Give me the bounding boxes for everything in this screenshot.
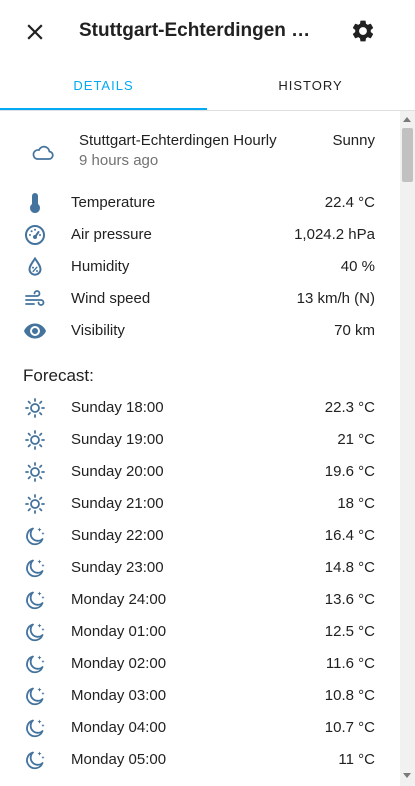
forecast-row: Monday 05:00 11 °C (0, 746, 400, 776)
forecast-row: Sunday 22:00 16.4 °C (0, 522, 400, 552)
sunny-icon (25, 398, 45, 418)
row-label: Sunday 22:00 (71, 527, 164, 544)
attribute-row: Wind speed 13 km/h (N) (0, 285, 400, 315)
sunny-icon (25, 462, 45, 482)
row-value: 18 °C (337, 495, 375, 512)
row-label: Sunday 20:00 (71, 463, 164, 480)
weather-entity-name: Stuttgart-Echterdingen Hourly (79, 132, 277, 149)
row-label: Monday 05:00 (71, 751, 167, 768)
row-value: 12.5 °C (324, 623, 375, 640)
gear-icon (352, 20, 374, 42)
row-value: 19.6 °C (324, 463, 375, 480)
wind-icon (25, 290, 45, 306)
scroll-down-arrow[interactable] (403, 773, 411, 778)
row-label: Sunday 19:00 (71, 431, 164, 448)
night-icon (26, 687, 45, 706)
close-button[interactable] (22, 19, 48, 45)
humidity-icon (28, 256, 42, 276)
tab-bar: DETAILS HISTORY (0, 62, 415, 111)
scroll-up-arrow[interactable] (403, 117, 411, 122)
night-icon (26, 591, 45, 610)
dialog-header: Stuttgart-Echterdingen Hou… (0, 0, 415, 62)
weather-state: Sunny (332, 132, 375, 149)
row-label: Monday 24:00 (71, 591, 167, 608)
night-icon (26, 751, 45, 770)
forecast-row: Sunday 21:00 18 °C (0, 490, 400, 520)
row-value: 21 °C (337, 431, 375, 448)
row-label: Monday 03:00 (71, 687, 167, 704)
forecast-row: Sunday 18:00 22.3 °C (0, 394, 400, 424)
last-updated: 9 hours ago (79, 152, 159, 169)
eye-icon (24, 323, 46, 339)
scroll-thumb[interactable] (402, 128, 413, 182)
weather-details-panel: Stuttgart-Echterdingen Hourly 9 hours ag… (0, 111, 400, 786)
active-tab-indicator (0, 108, 207, 110)
row-value: 70 km (334, 322, 375, 339)
forecast-row: Sunday 20:00 19.6 °C (0, 458, 400, 488)
forecast-row: Monday 03:00 10.8 °C (0, 682, 400, 712)
tab-history[interactable]: HISTORY (207, 62, 414, 110)
forecast-row: Sunday 19:00 21 °C (0, 426, 400, 456)
thermometer-icon (30, 193, 40, 213)
dialog-title: Stuttgart-Echterdingen Hou… (79, 20, 319, 41)
forecast-row: Sunday 23:00 14.8 °C (0, 554, 400, 584)
forecast-row: Monday 02:00 11.6 °C (0, 650, 400, 680)
row-label: Monday 02:00 (71, 655, 167, 672)
row-value: 11 °C (338, 751, 375, 768)
sunny-icon (25, 494, 45, 514)
cloud-icon (32, 145, 54, 160)
row-value: 22.3 °C (324, 399, 375, 416)
night-icon (26, 527, 45, 546)
row-value: 11.6 °C (325, 655, 375, 672)
scrollbar[interactable] (400, 111, 415, 786)
row-label: Temperature (71, 194, 156, 211)
tab-details[interactable]: DETAILS (0, 62, 207, 110)
row-value: 1,024.2 hPa (294, 226, 375, 243)
row-value: 40 % (340, 258, 375, 275)
night-icon (26, 559, 45, 578)
close-icon (27, 24, 43, 40)
forecast-row: Monday 04:00 10.7 °C (0, 714, 400, 744)
row-label: Monday 01:00 (71, 623, 167, 640)
row-label: Air pressure (71, 226, 152, 243)
row-value: 16.4 °C (324, 527, 375, 544)
forecast-heading: Forecast: (23, 366, 94, 385)
row-value: 13 km/h (N) (296, 290, 375, 307)
row-label: Wind speed (71, 290, 151, 307)
night-icon (26, 719, 45, 738)
row-value: 10.7 °C (324, 719, 375, 736)
row-value: 10.8 °C (324, 687, 375, 704)
attribute-row: Temperature 22.4 °C (0, 189, 400, 219)
row-label: Visibility (71, 322, 125, 339)
row-value: 13.6 °C (324, 591, 375, 608)
settings-button[interactable] (350, 18, 376, 44)
row-label: Sunday 18:00 (71, 399, 164, 416)
forecast-row: Monday 24:00 13.6 °C (0, 586, 400, 616)
attribute-row: Air pressure 1,024.2 hPa (0, 221, 400, 251)
gauge-icon (25, 225, 45, 245)
sunny-icon (25, 430, 45, 450)
night-icon (26, 655, 45, 674)
row-value: 22.4 °C (324, 194, 375, 211)
attribute-row: Visibility 70 km (0, 317, 400, 347)
current-weather: Stuttgart-Echterdingen Hourly 9 hours ag… (0, 131, 400, 171)
night-icon (26, 623, 45, 642)
forecast-row: Monday 01:00 12.5 °C (0, 618, 400, 648)
row-label: Humidity (71, 258, 130, 275)
attribute-row: Humidity 40 % (0, 253, 400, 283)
row-value: 14.8 °C (324, 559, 375, 576)
row-label: Monday 04:00 (71, 719, 167, 736)
row-label: Sunday 23:00 (71, 559, 164, 576)
row-label: Sunday 21:00 (71, 495, 164, 512)
